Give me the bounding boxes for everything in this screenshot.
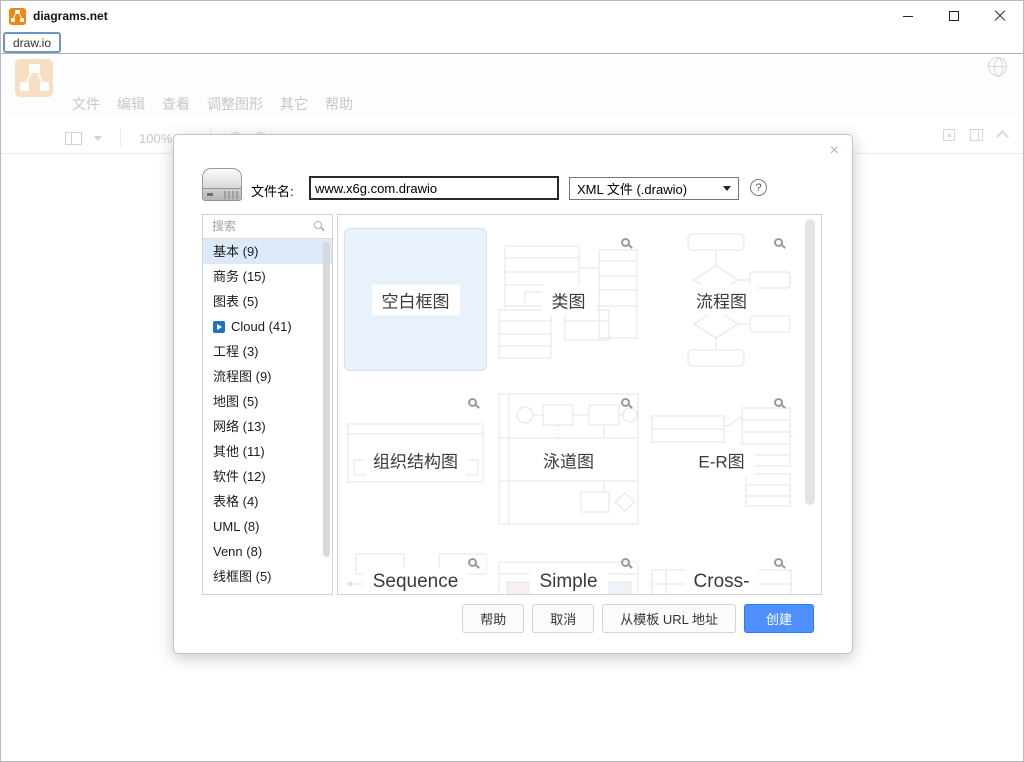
create-button[interactable]: 创建 (744, 604, 814, 633)
format-panel-icon[interactable] (970, 129, 983, 141)
category-flowcharts[interactable]: 流程图 (9) (203, 364, 332, 389)
tab-drawio[interactable]: draw.io (3, 32, 61, 53)
app-window: diagrams.net draw.io 文件 编辑 查看 调整图形 其它 帮助 (0, 0, 1024, 762)
window-controls (885, 1, 1023, 31)
maximize-button[interactable] (931, 1, 977, 31)
chevron-down-icon[interactable] (94, 136, 102, 141)
fullscreen-icon[interactable] (943, 129, 955, 141)
category-software[interactable]: 软件 (12) (203, 464, 332, 489)
view-format-icon[interactable] (65, 132, 82, 145)
window-title: diagrams.net (33, 9, 108, 23)
zoom-preview-icon[interactable] (774, 558, 783, 567)
category-venn[interactable]: Venn (8) (203, 539, 332, 564)
tab-strip: draw.io (1, 31, 1023, 54)
zoom-preview-icon[interactable] (621, 558, 630, 567)
search-input[interactable] (203, 215, 299, 237)
language-globe-icon[interactable] (988, 57, 1007, 76)
filetype-select[interactable]: XML 文件 (.drawio) (569, 177, 739, 200)
category-tables[interactable]: 表格 (4) (203, 489, 332, 514)
template-swimlane[interactable]: 泳道图 (497, 388, 640, 531)
menu-extras[interactable]: 其它 (280, 94, 308, 114)
dialog-footer: 帮助 取消 从模板 URL 地址 创建 (462, 604, 814, 633)
category-maps[interactable]: 地图 (5) (203, 389, 332, 414)
template-scrollbar[interactable] (805, 219, 815, 505)
category-sidebar: 基本 (9) 商务 (15) 图表 (5) Cloud (41) 工程 (3) … (202, 214, 333, 595)
drawio-logo-icon-large (15, 59, 53, 97)
hard-disk-icon (202, 168, 242, 201)
sidebar-scrollbar[interactable] (323, 242, 330, 557)
menu-arrange[interactable]: 调整图形 (207, 94, 263, 114)
filename-label: 文件名: (251, 181, 294, 200)
close-icon (994, 10, 1006, 22)
menu-bar: 文件 编辑 查看 调整图形 其它 帮助 (72, 94, 353, 114)
menu-file[interactable]: 文件 (72, 94, 100, 114)
template-sequence[interactable]: Sequence (344, 548, 487, 595)
category-business[interactable]: 商务 (15) (203, 264, 332, 289)
template-panel: 空白框图 (337, 214, 822, 595)
cloud-play-icon (213, 321, 225, 333)
toolbar-divider (120, 128, 121, 148)
zoom-preview-icon[interactable] (774, 398, 783, 407)
zoom-preview-icon[interactable] (774, 238, 783, 247)
category-wireframes[interactable]: 线框图 (5) (203, 564, 332, 589)
help-button[interactable]: 帮助 (462, 604, 524, 633)
template-class-diagram[interactable]: 类图 (497, 228, 640, 371)
zoom-preview-icon[interactable] (468, 558, 477, 567)
search-row (203, 215, 332, 239)
menu-help[interactable]: 帮助 (325, 94, 353, 114)
category-other[interactable]: 其他 (11) (203, 439, 332, 464)
category-engineering[interactable]: 工程 (3) (203, 339, 332, 364)
zoom-level[interactable]: 100% (139, 131, 172, 146)
menu-view[interactable]: 查看 (162, 94, 190, 114)
cancel-button[interactable]: 取消 (532, 604, 594, 633)
template-simple[interactable]: Simple (497, 548, 640, 595)
template-blank[interactable]: 空白框图 (344, 228, 487, 371)
from-template-url-button[interactable]: 从模板 URL 地址 (602, 604, 736, 633)
category-charts[interactable]: 图表 (5) (203, 289, 332, 314)
title-bar: diagrams.net (1, 1, 1023, 31)
help-icon[interactable]: ? (750, 179, 767, 196)
chevron-down-icon (723, 186, 731, 191)
drawio-logo-icon (9, 8, 26, 25)
category-cloud[interactable]: Cloud (41) (203, 314, 332, 339)
close-button[interactable] (977, 1, 1023, 31)
template-er-diagram[interactable]: E-R图 (650, 388, 793, 531)
minimize-icon (903, 16, 913, 17)
filename-input[interactable] (309, 176, 559, 200)
minimize-button[interactable] (885, 1, 931, 31)
category-basic[interactable]: 基本 (9) (203, 239, 332, 264)
menu-edit[interactable]: 编辑 (117, 94, 145, 114)
zoom-preview-icon[interactable] (468, 398, 477, 407)
template-cross[interactable]: Cross- (650, 548, 793, 595)
collapse-icon[interactable] (996, 130, 1009, 143)
toolbar-right-group (943, 128, 1007, 141)
zoom-preview-icon[interactable] (621, 398, 630, 407)
maximize-icon (949, 11, 959, 21)
template-grid: 空白框图 (344, 228, 793, 595)
category-list: 基本 (9) 商务 (15) 图表 (5) Cloud (41) 工程 (3) … (203, 239, 332, 595)
search-icon (314, 221, 322, 229)
dialog-close-icon[interactable]: × (830, 143, 839, 159)
category-network[interactable]: 网络 (13) (203, 414, 332, 439)
template-org-chart[interactable]: 组织结构图 (344, 388, 487, 531)
zoom-preview-icon[interactable] (621, 238, 630, 247)
template-flowchart[interactable]: 流程图 (650, 228, 793, 371)
app-header: 文件 编辑 查看 调整图形 其它 帮助 (1, 55, 1023, 116)
new-file-dialog: × 文件名: XML 文件 (.drawio) ? 基本 (9) 商务 (15)… (173, 134, 853, 654)
filetype-value: XML 文件 (.drawio) (577, 179, 687, 198)
category-uml[interactable]: UML (8) (203, 514, 332, 539)
